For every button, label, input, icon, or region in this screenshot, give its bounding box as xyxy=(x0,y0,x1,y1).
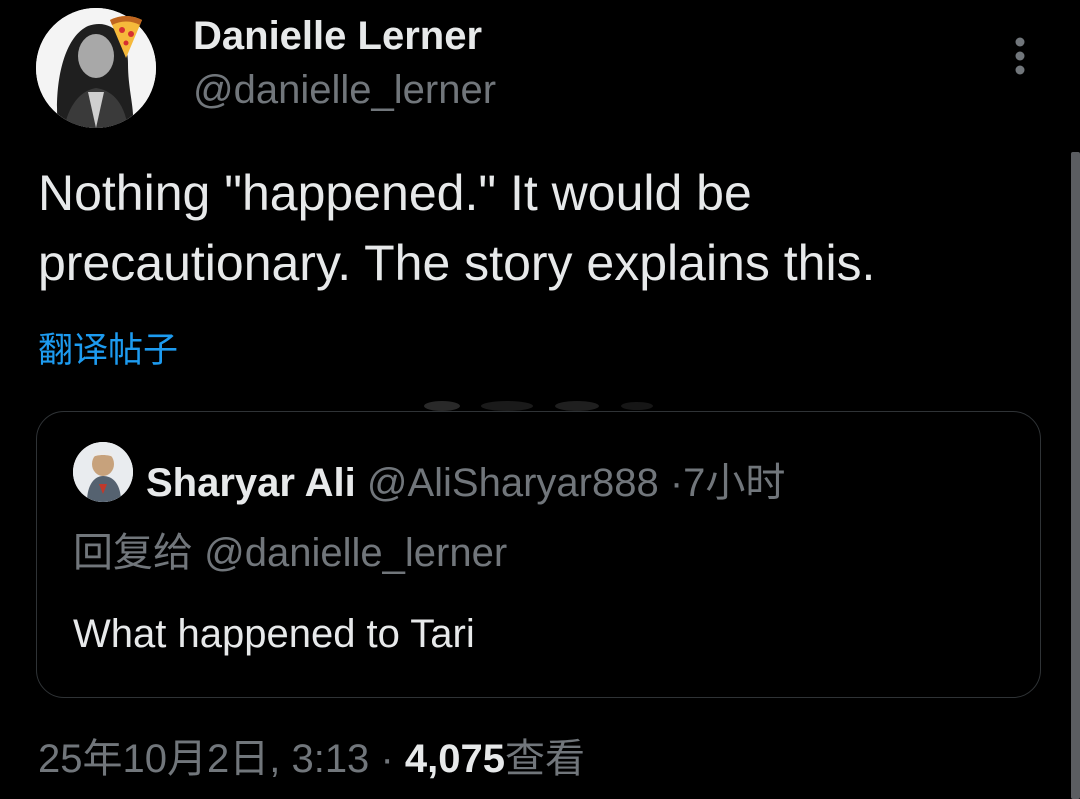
scrollbar[interactable] xyxy=(1071,152,1080,799)
views-count: 4,075 xyxy=(404,737,505,781)
tweet-timestamp[interactable]: 25年10月2日, 3:13 xyxy=(38,737,369,781)
translate-post-link[interactable]: 翻译帖子 xyxy=(38,322,178,373)
views-label: 查看 xyxy=(505,737,585,781)
more-options-icon[interactable] xyxy=(1004,34,1036,78)
quoted-display-name[interactable]: Sharyar Ali xyxy=(146,461,356,505)
tweet: Danielle Lerner @danielle_lerner Nothing… xyxy=(0,0,1080,799)
quoted-tweet-text: What happened to Tari xyxy=(73,612,475,656)
quoted-reply-context: 回复给 @danielle_lerner xyxy=(73,520,507,578)
reply-prefix: 回复给 xyxy=(73,531,193,575)
tweet-meta: 25年10月2日, 3:13 · 4,075查看 xyxy=(38,726,585,784)
quoted-header: Sharyar Ali @AliSharyar888 ·7小时 xyxy=(146,450,785,508)
quoted-profile-photo-icon xyxy=(73,442,133,502)
quoted-time[interactable]: 7小时 xyxy=(683,461,785,505)
author-handle[interactable]: @danielle_lerner xyxy=(193,68,496,113)
quoted-author-avatar[interactable] xyxy=(73,442,133,502)
reply-to-handle[interactable]: @danielle_lerner xyxy=(204,531,507,575)
quoted-separator: · xyxy=(669,461,684,505)
tweet-text: Nothing "happened." It would be precauti… xyxy=(38,165,876,291)
quoted-tweet-card[interactable]: Sharyar Ali @AliSharyar888 ·7小时 回复给 @dan… xyxy=(36,411,1041,698)
quoted-handle[interactable]: @AliSharyar888 xyxy=(367,461,659,505)
pizza-icon xyxy=(110,16,142,58)
meta-separator: · xyxy=(380,737,394,781)
blurred-overlay xyxy=(424,401,653,411)
author-display-name[interactable]: Danielle Lerner xyxy=(193,14,482,59)
